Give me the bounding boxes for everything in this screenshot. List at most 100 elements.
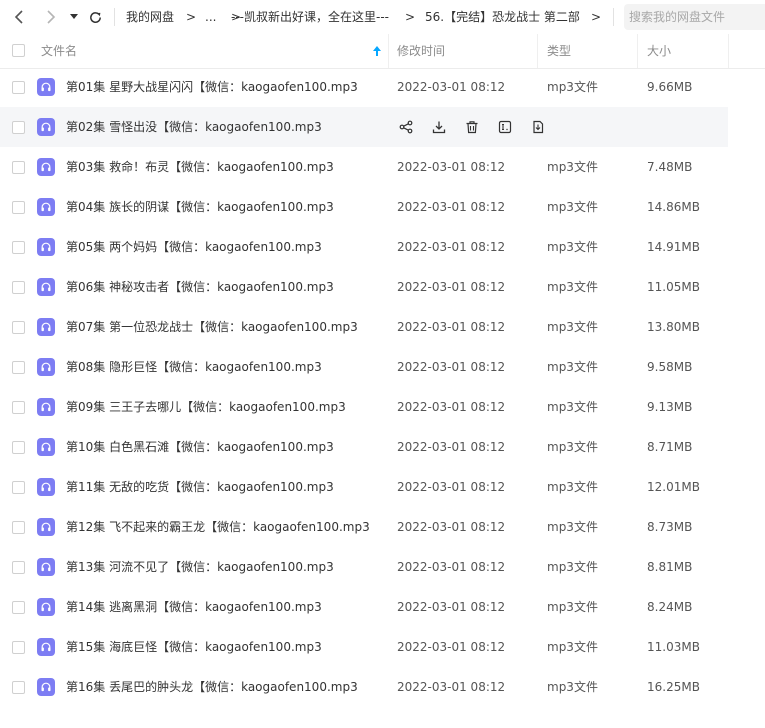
file-row[interactable]: 第08集 隐形巨怪【微信：kaogaofen100.mp3 2022-03-01… bbox=[0, 347, 765, 387]
chevron-left-icon bbox=[14, 10, 26, 24]
download-icon[interactable] bbox=[430, 118, 448, 136]
audio-file-icon bbox=[37, 518, 55, 536]
file-row[interactable]: 第11集 无敌的吃货【微信：kaogaofen100.mp3 2022-03-0… bbox=[0, 467, 765, 507]
file-name[interactable]: 第10集 白色黑石滩【微信：kaogaofen100.mp3 bbox=[66, 439, 334, 455]
row-checkbox[interactable] bbox=[12, 681, 25, 694]
file-row[interactable]: 第16集 丢尾巴的肿头龙【微信：kaogaofen100.mp3 2022-03… bbox=[0, 667, 765, 707]
row-checkbox[interactable] bbox=[12, 241, 25, 254]
file-name[interactable]: 第08集 隐形巨怪【微信：kaogaofen100.mp3 bbox=[66, 359, 322, 375]
file-size: 9.13MB bbox=[647, 400, 693, 414]
delete-icon[interactable] bbox=[463, 118, 481, 136]
file-name[interactable]: 第04集 族长的阴谋【微信：kaogaofen100.mp3 bbox=[66, 199, 334, 215]
file-type: mp3文件 bbox=[547, 80, 598, 94]
file-row[interactable]: 第02集 雪怪出没【微信：kaogaofen100.mp3 bbox=[0, 107, 728, 147]
file-row[interactable]: 第10集 白色黑石滩【微信：kaogaofen100.mp3 2022-03-0… bbox=[0, 427, 765, 467]
row-checkbox[interactable] bbox=[12, 641, 25, 654]
file-row[interactable]: 第04集 族长的阴谋【微信：kaogaofen100.mp3 2022-03-0… bbox=[0, 187, 765, 227]
file-type: mp3文件 bbox=[547, 680, 598, 694]
file-row[interactable]: 第15集 海底巨怪【微信：kaogaofen100.mp3 2022-03-01… bbox=[0, 627, 765, 667]
column-header-modified[interactable]: 修改时间 bbox=[397, 34, 445, 68]
column-header-size[interactable]: 大小 bbox=[647, 34, 671, 68]
column-divider bbox=[728, 34, 729, 68]
breadcrumb-separator: > bbox=[186, 10, 197, 24]
share-icon[interactable] bbox=[397, 118, 415, 136]
file-size: 16.25MB bbox=[647, 680, 700, 694]
file-name[interactable]: 第03集 救命！布灵【微信：kaogaofen100.mp3 bbox=[66, 159, 334, 175]
file-row[interactable]: 第14集 逃离黑洞【微信：kaogaofen100.mp3 2022-03-01… bbox=[0, 587, 765, 627]
file-row[interactable]: 第01集 星野大战星闪闪【微信：kaogaofen100.mp3 2022-03… bbox=[0, 67, 765, 107]
file-row[interactable]: 第09集 三王子去哪儿【微信：kaogaofen100.mp3 2022-03-… bbox=[0, 387, 765, 427]
file-modified-time: 2022-03-01 08:12 bbox=[397, 80, 506, 94]
file-type: mp3文件 bbox=[547, 480, 598, 494]
row-checkbox[interactable] bbox=[12, 601, 25, 614]
file-modified-time: 2022-03-01 08:12 bbox=[397, 680, 506, 694]
back-button[interactable] bbox=[11, 8, 29, 26]
row-checkbox[interactable] bbox=[12, 161, 25, 174]
file-type: mp3文件 bbox=[547, 440, 598, 454]
row-checkbox[interactable] bbox=[12, 321, 25, 334]
history-dropdown-button[interactable] bbox=[65, 8, 83, 26]
row-checkbox[interactable] bbox=[12, 561, 25, 574]
forward-button[interactable] bbox=[41, 8, 59, 26]
row-checkbox[interactable] bbox=[12, 441, 25, 454]
breadcrumb-item-folder[interactable]: ---凯叔新出好课，全在这里--- bbox=[231, 9, 389, 25]
row-checkbox[interactable] bbox=[12, 401, 25, 414]
breadcrumb-item-ellipsis[interactable]: ... bbox=[205, 9, 216, 25]
breadcrumb-item-root[interactable]: 我的网盘 bbox=[126, 9, 174, 25]
file-type: mp3文件 bbox=[547, 160, 598, 174]
file-type: mp3文件 bbox=[547, 640, 598, 654]
file-name[interactable]: 第05集 两个妈妈【微信：kaogaofen100.mp3 bbox=[66, 239, 322, 255]
more-icon[interactable] bbox=[529, 118, 547, 136]
file-modified-time: 2022-03-01 08:12 bbox=[397, 600, 506, 614]
file-name[interactable]: 第01集 星野大战星闪闪【微信：kaogaofen100.mp3 bbox=[66, 79, 358, 95]
select-all-checkbox[interactable] bbox=[12, 44, 25, 57]
column-header-name[interactable]: 文件名 bbox=[41, 34, 77, 68]
row-checkbox[interactable] bbox=[12, 281, 25, 294]
file-size: 8.71MB bbox=[647, 440, 693, 454]
row-hover-actions bbox=[397, 118, 562, 136]
audio-file-icon bbox=[37, 158, 55, 176]
audio-file-icon bbox=[37, 678, 55, 696]
row-checkbox[interactable] bbox=[12, 521, 25, 534]
file-name[interactable]: 第14集 逃离黑洞【微信：kaogaofen100.mp3 bbox=[66, 599, 322, 615]
file-row[interactable]: 第07集 第一位恐龙战士【微信：kaogaofen100.mp3 2022-03… bbox=[0, 307, 765, 347]
file-row[interactable]: 第05集 两个妈妈【微信：kaogaofen100.mp3 2022-03-01… bbox=[0, 227, 765, 267]
file-name[interactable]: 第12集 飞不起来的霸王龙【微信：kaogaofen100.mp3 bbox=[66, 519, 370, 535]
breadcrumb-separator: > bbox=[591, 10, 602, 24]
sort-ascending-icon[interactable] bbox=[372, 45, 382, 60]
audio-file-icon bbox=[37, 398, 55, 416]
rename-icon[interactable] bbox=[496, 118, 514, 136]
file-type: mp3文件 bbox=[547, 360, 598, 374]
file-name[interactable]: 第06集 神秘攻击者【微信：kaogaofen100.mp3 bbox=[66, 279, 334, 295]
refresh-icon bbox=[88, 10, 103, 25]
column-header-type[interactable]: 类型 bbox=[547, 34, 571, 68]
file-type: mp3文件 bbox=[547, 200, 598, 214]
file-name[interactable]: 第07集 第一位恐龙战士【微信：kaogaofen100.mp3 bbox=[66, 319, 358, 335]
file-row[interactable]: 第03集 救命！布灵【微信：kaogaofen100.mp3 2022-03-0… bbox=[0, 147, 765, 187]
file-name[interactable]: 第13集 河流不见了【微信：kaogaofen100.mp3 bbox=[66, 559, 334, 575]
file-row[interactable]: 第12集 飞不起来的霸王龙【微信：kaogaofen100.mp3 2022-0… bbox=[0, 507, 765, 547]
refresh-button[interactable] bbox=[86, 8, 104, 26]
row-checkbox[interactable] bbox=[12, 121, 25, 134]
file-row[interactable]: 第06集 神秘攻击者【微信：kaogaofen100.mp3 2022-03-0… bbox=[0, 267, 765, 307]
row-checkbox[interactable] bbox=[12, 81, 25, 94]
row-checkbox[interactable] bbox=[12, 361, 25, 374]
file-name[interactable]: 第02集 雪怪出没【微信：kaogaofen100.mp3 bbox=[66, 119, 322, 135]
file-modified-time: 2022-03-01 08:12 bbox=[397, 360, 506, 374]
file-size: 8.73MB bbox=[647, 520, 693, 534]
file-name[interactable]: 第15集 海底巨怪【微信：kaogaofen100.mp3 bbox=[66, 639, 322, 655]
breadcrumb-item-current: 56.【完结】恐龙战士 第二部 bbox=[425, 10, 580, 24]
file-row[interactable]: 第13集 河流不见了【微信：kaogaofen100.mp3 2022-03-0… bbox=[0, 547, 765, 587]
file-name[interactable]: 第11集 无敌的吃货【微信：kaogaofen100.mp3 bbox=[66, 479, 334, 495]
audio-file-icon bbox=[37, 198, 55, 216]
row-checkbox[interactable] bbox=[12, 201, 25, 214]
file-modified-time: 2022-03-01 08:12 bbox=[397, 200, 506, 214]
file-type: mp3文件 bbox=[547, 520, 598, 534]
file-name[interactable]: 第16集 丢尾巴的肿头龙【微信：kaogaofen100.mp3 bbox=[66, 679, 358, 695]
file-name[interactable]: 第09集 三王子去哪儿【微信：kaogaofen100.mp3 bbox=[66, 399, 346, 415]
row-checkbox[interactable] bbox=[12, 481, 25, 494]
search-input[interactable] bbox=[624, 4, 765, 30]
column-divider bbox=[537, 34, 538, 68]
file-modified-time: 2022-03-01 08:12 bbox=[397, 560, 506, 574]
file-type: mp3文件 bbox=[547, 240, 598, 254]
